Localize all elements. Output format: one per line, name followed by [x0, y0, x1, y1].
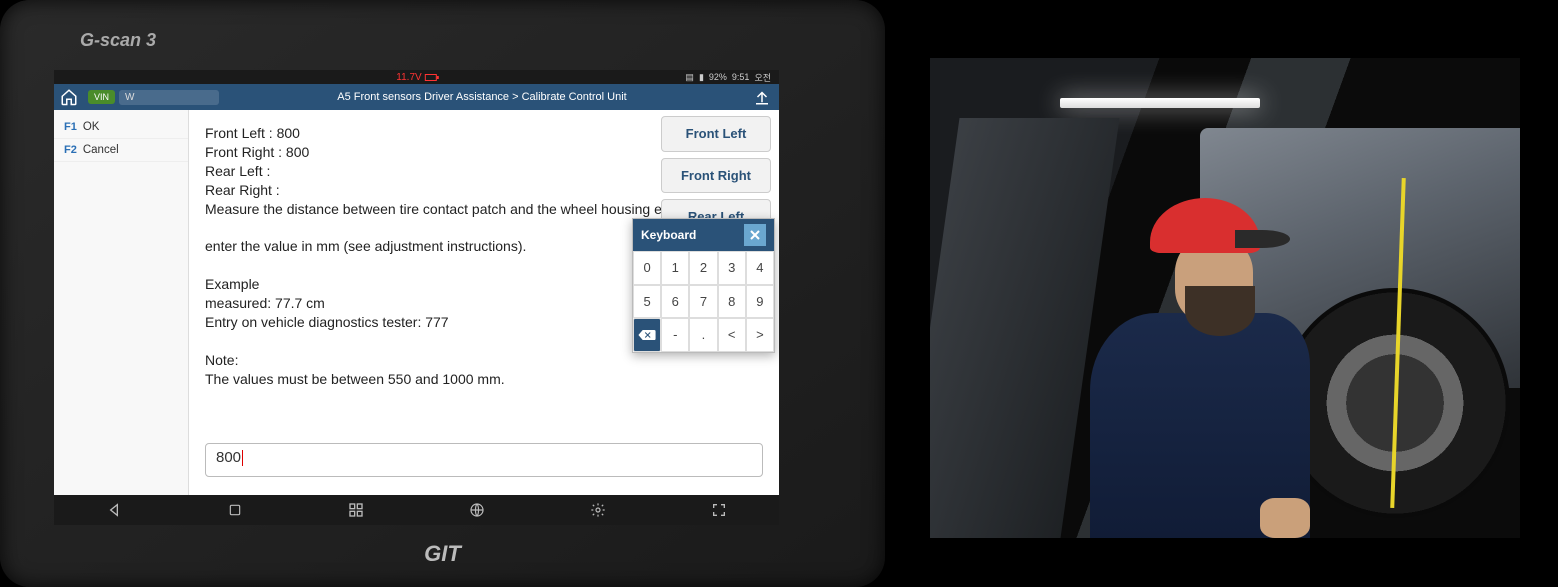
upload-button[interactable]	[745, 88, 779, 106]
technician-hand	[1260, 498, 1310, 538]
screen: 11.7V ▤ ▮ 92% 9:51 오전 VIN W A5 Front sen…	[54, 70, 779, 525]
device-brand-bottom: GIT	[0, 541, 885, 567]
sidebar-item-label: OK	[83, 121, 100, 133]
input-value-text: 800	[216, 449, 241, 466]
status-bar: 11.7V ▤ ▮ 92% 9:51 오전	[54, 70, 779, 84]
status-right: ▤ ▮ 92% 9:51 오전	[685, 71, 771, 84]
key-0[interactable]: 0	[633, 251, 661, 285]
sidebar-item-cancel[interactable]: F2 Cancel	[54, 139, 188, 162]
key-2[interactable]: 2	[689, 251, 717, 285]
main-area: F1 OK F2 Cancel Front Left : 800 Front R…	[54, 110, 779, 495]
position-panel: Front Left Front Right Rear Left	[661, 116, 771, 235]
ceiling-light	[1060, 98, 1260, 108]
btn-front-right[interactable]: Front Right	[661, 158, 771, 194]
nav-recent-icon[interactable]	[226, 501, 244, 519]
clock: 9:51	[732, 72, 750, 82]
battery-icon: ▮	[699, 72, 704, 83]
content-pane: Front Left : 800 Front Right : 800 Rear …	[189, 110, 779, 495]
sidebar: F1 OK F2 Cancel	[54, 110, 189, 495]
app-header: VIN W A5 Front sensors Driver Assistance…	[54, 84, 779, 110]
garage-photo	[930, 58, 1520, 538]
tablet-device: G-scan 3 11.7V ▤ ▮ 92% 9:51 오전 V	[0, 0, 885, 587]
vin-field[interactable]: W	[119, 90, 219, 105]
key-backspace[interactable]	[633, 318, 661, 352]
fkey-label: F2	[64, 144, 77, 156]
vin-chip: VIN	[88, 90, 115, 104]
key-4[interactable]: 4	[746, 251, 774, 285]
key-gt[interactable]: >	[746, 318, 774, 352]
wifi-icon: ▤	[685, 72, 694, 83]
key-lt[interactable]: <	[718, 318, 746, 352]
nav-settings-icon[interactable]	[589, 501, 607, 519]
value-input[interactable]: 800	[205, 443, 763, 477]
key-9[interactable]: 9	[746, 285, 774, 319]
sidebar-item-ok[interactable]: F1 OK	[54, 116, 188, 139]
keyboard-close-button[interactable]	[744, 224, 766, 246]
nav-apps-icon[interactable]	[347, 501, 365, 519]
nav-back-icon[interactable]	[105, 501, 123, 519]
device-brand-top: G-scan 3	[80, 30, 835, 51]
key-8[interactable]: 8	[718, 285, 746, 319]
text-cursor	[242, 450, 243, 466]
voltage-label: 11.7V	[396, 72, 421, 83]
fkey-label: F1	[64, 121, 77, 133]
technician	[1030, 168, 1290, 538]
key-5[interactable]: 5	[633, 285, 661, 319]
key-minus[interactable]: -	[661, 318, 689, 352]
ampm: 오전	[754, 71, 771, 84]
keyboard-popup: Keyboard 0 1 2 3 4 5 6 7 8	[632, 218, 775, 353]
key-7[interactable]: 7	[689, 285, 717, 319]
key-6[interactable]: 6	[661, 285, 689, 319]
technician-beard	[1185, 286, 1255, 336]
key-3[interactable]: 3	[718, 251, 746, 285]
battery-pct: 92%	[709, 72, 727, 82]
keyboard-grid: 0 1 2 3 4 5 6 7 8 9 - .	[633, 251, 774, 352]
key-dot[interactable]: .	[689, 318, 717, 352]
keyboard-title: Keyboard	[641, 227, 696, 243]
system-nav-bar	[54, 495, 779, 525]
breadcrumb: A5 Front sensors Driver Assistance > Cal…	[219, 91, 745, 103]
btn-front-left[interactable]: Front Left	[661, 116, 771, 152]
input-row: 800	[205, 443, 763, 477]
keyboard-header: Keyboard	[633, 219, 774, 251]
nav-fullscreen-icon[interactable]	[710, 501, 728, 519]
battery-low-icon	[425, 74, 437, 81]
key-1[interactable]: 1	[661, 251, 689, 285]
sidebar-item-label: Cancel	[83, 144, 119, 156]
home-button[interactable]	[54, 84, 84, 110]
nav-globe-icon[interactable]	[468, 501, 486, 519]
cap-brim	[1235, 230, 1290, 248]
